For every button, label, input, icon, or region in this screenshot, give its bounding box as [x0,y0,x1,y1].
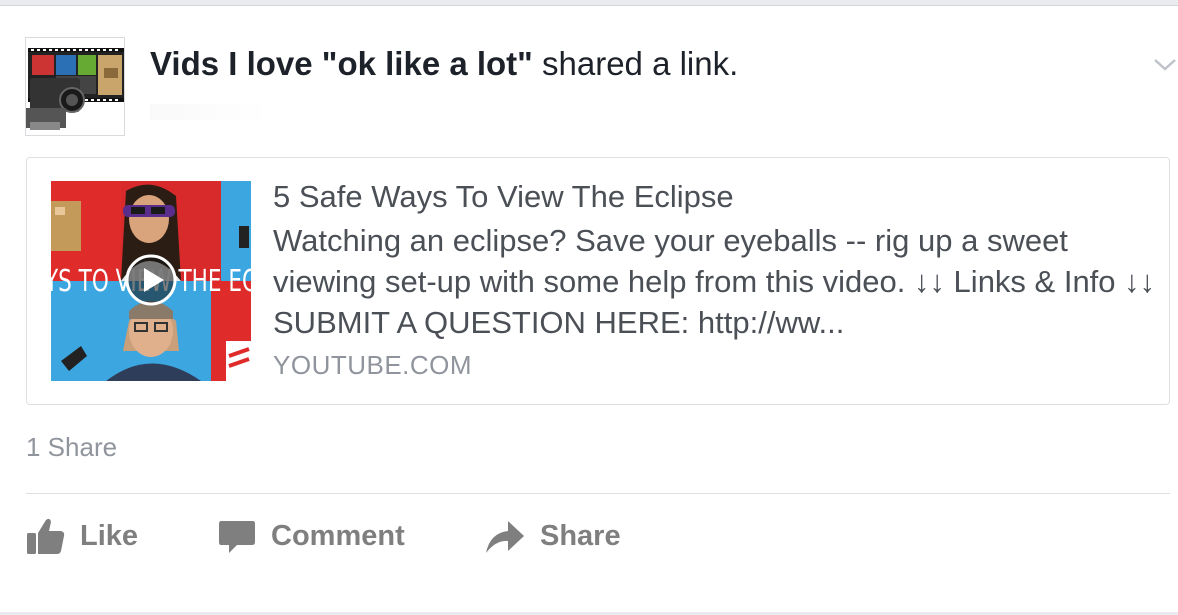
post-header: Vids I love "ok like a lot" shared a lin… [150,44,738,84]
page-avatar[interactable] [25,37,125,136]
play-button-icon[interactable] [127,256,175,304]
thumbs-up-icon [27,518,65,554]
film-camera-avatar-image [26,38,124,135]
link-description: Watching an eclipse? Save your eyeballs … [273,223,1156,340]
share-count[interactable]: 1 Share [26,430,117,464]
share-arrow-icon [486,521,524,553]
chevron-down-icon[interactable] [1152,54,1178,74]
share-button[interactable]: Share [484,508,621,564]
post-actions-bar: Like Comment Share [0,508,1178,564]
comment-button[interactable]: Comment [217,508,405,564]
link-domain: YOUTUBE.COM [273,350,473,380]
link-title[interactable]: 5 Safe Ways To View The Eclipse [273,178,734,216]
like-label: Like [80,519,139,552]
comment-bubble-icon [219,521,255,553]
author-name[interactable]: Vids I love "ok like a lot" [150,45,533,82]
video-thumbnail[interactable]: YS TO VIEW THE EC [51,181,251,381]
top-border-shade [0,5,1178,6]
post-timestamp-faded [150,104,270,120]
post-action-text: shared a link. [532,45,739,82]
comment-label: Comment [271,519,405,552]
actions-divider [26,493,1170,494]
like-button[interactable]: Like [26,508,138,564]
share-label: Share [540,519,621,552]
link-preview-card[interactable]: YS TO VIEW THE EC 5 Safe Ways To View Th… [26,157,1170,405]
